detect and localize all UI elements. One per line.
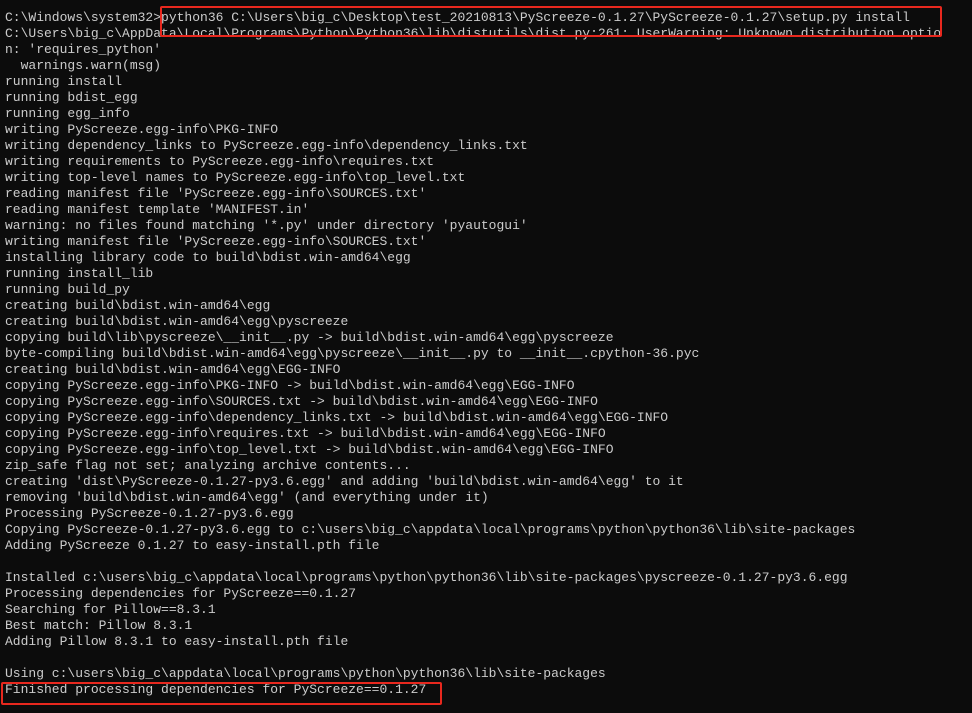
terminal-line: creating 'dist\PyScreeze-0.1.27-py3.6.eg… [5, 474, 684, 489]
terminal-line: Finished processing dependencies for PyS… [5, 682, 427, 697]
terminal-line: creating build\bdist.win-amd64\egg\pyscr… [5, 314, 349, 329]
terminal-line: copying PyScreeze.egg-info\SOURCES.txt -… [5, 394, 598, 409]
terminal-line: C:\Users\big_c\AppData\Local\Programs\Py… [5, 26, 942, 41]
terminal-line: copying PyScreeze.egg-info\dependency_li… [5, 410, 669, 425]
terminal-line: Processing dependencies for PyScreeze==0… [5, 586, 357, 601]
terminal-line: running egg_info [5, 106, 130, 121]
terminal-line: warning: no files found matching '*.py' … [5, 218, 528, 233]
terminal-line: writing PyScreeze.egg-info\PKG-INFO [5, 122, 279, 137]
terminal-window[interactable]: C:\Windows\system32>python36 C:\Users\bi… [0, 0, 972, 713]
terminal-line: installing library code to build\bdist.w… [5, 250, 411, 265]
terminal-output: C:\Windows\system32>python36 C:\Users\bi… [5, 10, 972, 698]
terminal-line: Using c:\users\big_c\appdata\local\progr… [5, 666, 606, 681]
terminal-line: n: 'requires_python' [5, 42, 162, 57]
terminal-line: writing requirements to PyScreeze.egg-in… [5, 154, 435, 169]
terminal-line: warnings.warn(msg) [5, 58, 162, 73]
terminal-line: Best match: Pillow 8.3.1 [5, 618, 193, 633]
terminal-line: Processing PyScreeze-0.1.27-py3.6.egg [5, 506, 294, 521]
terminal-line: running install [5, 74, 123, 89]
terminal-line: running bdist_egg [5, 90, 138, 105]
terminal-line: Adding PyScreeze 0.1.27 to easy-install.… [5, 538, 380, 553]
terminal-line: creating build\bdist.win-amd64\egg\EGG-I… [5, 362, 341, 377]
terminal-line: C:\Windows\system32>python36 C:\Users\bi… [5, 10, 910, 25]
terminal-line: removing 'build\bdist.win-amd64\egg' (an… [5, 490, 489, 505]
terminal-line: zip_safe flag not set; analyzing archive… [5, 458, 411, 473]
terminal-line: copying PyScreeze.egg-info\requires.txt … [5, 426, 606, 441]
terminal-line: running install_lib [5, 266, 154, 281]
terminal-line: writing top-level names to PyScreeze.egg… [5, 170, 466, 185]
terminal-line: Searching for Pillow==8.3.1 [5, 602, 216, 617]
terminal-line: reading manifest file 'PyScreeze.egg-inf… [5, 186, 427, 201]
terminal-line: copying build\lib\pyscreeze\__init__.py … [5, 330, 614, 345]
terminal-line: copying PyScreeze.egg-info\top_level.txt… [5, 442, 614, 457]
terminal-line: writing dependency_links to PyScreeze.eg… [5, 138, 528, 153]
terminal-line: writing manifest file 'PyScreeze.egg-inf… [5, 234, 427, 249]
terminal-line: reading manifest template 'MANIFEST.in' [5, 202, 310, 217]
terminal-line: running build_py [5, 282, 130, 297]
terminal-line: byte-compiling build\bdist.win-amd64\egg… [5, 346, 700, 361]
terminal-line: creating build\bdist.win-amd64\egg [5, 298, 271, 313]
terminal-line: Adding Pillow 8.3.1 to easy-install.pth … [5, 634, 349, 649]
terminal-line: copying PyScreeze.egg-info\PKG-INFO -> b… [5, 378, 575, 393]
terminal-line: Copying PyScreeze-0.1.27-py3.6.egg to c:… [5, 522, 856, 537]
terminal-line: Installed c:\users\big_c\appdata\local\p… [5, 570, 848, 585]
